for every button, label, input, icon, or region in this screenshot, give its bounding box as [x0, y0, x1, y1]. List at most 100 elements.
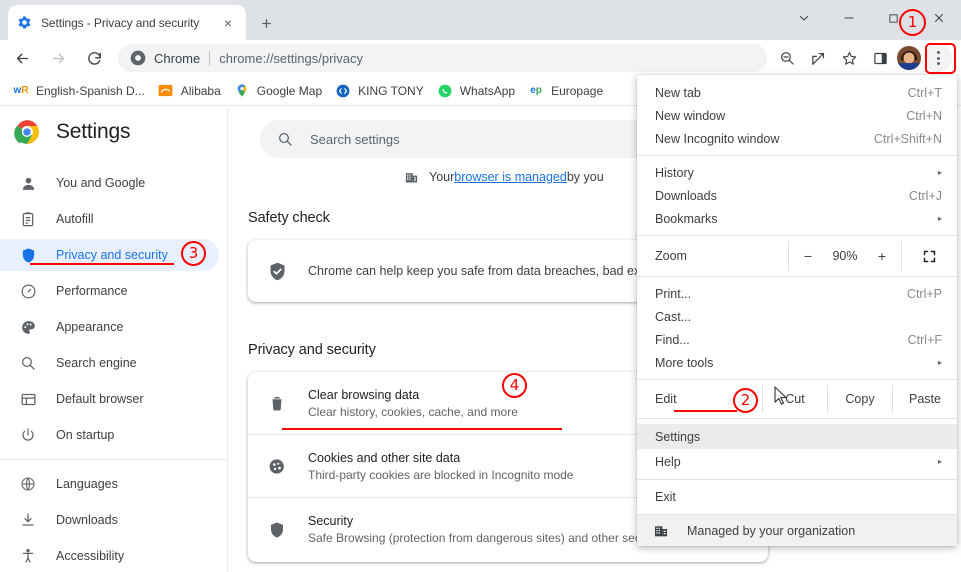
page-title: Settings	[56, 120, 131, 143]
menu-shortcut: Ctrl+T	[907, 85, 942, 100]
zoom-out-icon[interactable]	[773, 44, 801, 72]
search-settings-input[interactable]: Search settings	[260, 120, 680, 158]
copy-button[interactable]: Copy	[827, 385, 892, 413]
menu-item-more-tools[interactable]: More tools ▸	[637, 351, 957, 374]
search-icon	[276, 130, 294, 148]
power-icon	[18, 425, 38, 445]
omnibox-url: chrome://settings/privacy	[219, 50, 364, 66]
minimize-button[interactable]	[826, 0, 871, 36]
menu-shortcut: Ctrl+J	[909, 188, 942, 203]
menu-item-find[interactable]: Find... Ctrl+F	[637, 328, 957, 351]
bookmark-item[interactable]: Google Map	[229, 79, 330, 103]
cookie-icon	[266, 455, 288, 477]
menu-item-downloads[interactable]: Downloads Ctrl+J	[637, 184, 957, 207]
managed-browser-banner: Your browser is managed by you	[403, 169, 604, 185]
submenu-arrow-icon: ▸	[937, 168, 942, 177]
menu-managed-by-organization[interactable]: Managed by your organization	[637, 514, 957, 546]
avatar-shirt	[897, 63, 921, 70]
cut-button[interactable]: Cut	[762, 385, 827, 413]
reload-button[interactable]	[78, 42, 110, 74]
sidebar-item-label: On startup	[56, 428, 115, 442]
bookmark-item[interactable]: WhatsApp	[432, 79, 523, 103]
whatsapp-icon	[437, 83, 453, 99]
sidebar-item-downloads[interactable]: Downloads	[0, 504, 219, 536]
bookmark-star-icon[interactable]	[835, 44, 863, 72]
menu-item-bookmarks[interactable]: Bookmarks ▸	[637, 207, 957, 230]
sidebar-item-performance[interactable]: Performance	[0, 275, 219, 307]
magnifier-icon	[18, 353, 38, 373]
sidebar-item-appearance[interactable]: Appearance	[0, 311, 219, 343]
menu-divider	[637, 235, 957, 236]
browser-window: Settings - Privacy and security × Chrome…	[0, 0, 961, 572]
sidebar-item-languages[interactable]: Languages	[0, 468, 219, 500]
menu-label: Downloads	[655, 188, 717, 203]
globe-icon	[18, 474, 38, 494]
sidebar-item-accessibility[interactable]: Accessibility	[0, 540, 219, 572]
sidebar-item-default-browser[interactable]: Default browser	[0, 383, 219, 415]
omnibox-divider	[209, 50, 211, 66]
shield-icon	[18, 245, 38, 265]
browser-tab[interactable]: Settings - Privacy and security ×	[8, 5, 246, 40]
bookmark-item[interactable]: Alibaba	[153, 79, 229, 103]
bookmark-label: Alibaba	[180, 83, 221, 98]
chrome-logo-icon	[14, 119, 40, 145]
bookmark-item[interactable]: KING TONY	[330, 79, 432, 103]
menu-divider	[637, 276, 957, 277]
submenu-arrow-icon: ▸	[937, 214, 942, 223]
window-controls	[781, 0, 961, 36]
building-icon	[403, 169, 419, 185]
browser-managed-link[interactable]: browser is managed	[454, 170, 567, 184]
privacy-and-security-heading: Privacy and security	[248, 342, 376, 358]
sidebar-item-you-and-google[interactable]: You and Google	[0, 167, 219, 199]
submenu-arrow-icon: ▸	[937, 358, 942, 367]
settings-nav: You and Google Autofill Privacy and secu…	[0, 157, 227, 572]
menu-item-settings[interactable]: Settings	[637, 424, 957, 449]
bookmark-label: Europage	[551, 83, 604, 98]
bookmark-label: WhatsApp	[459, 83, 516, 98]
menu-item-exit[interactable]: Exit	[637, 485, 957, 508]
fullscreen-icon[interactable]	[901, 241, 957, 271]
side-panel-icon[interactable]	[866, 44, 894, 72]
menu-divider	[637, 418, 957, 419]
sidebar-item-autofill[interactable]: Autofill	[0, 203, 219, 235]
menu-label: New tab	[655, 85, 701, 100]
bookmark-label: KING TONY	[358, 83, 424, 98]
menu-item-help[interactable]: Help ▸	[637, 449, 957, 474]
menu-item-print[interactable]: Print... Ctrl+P	[637, 282, 957, 305]
menu-shortcut: Ctrl+Shift+N	[873, 131, 942, 146]
menu-item-new-window[interactable]: New window Ctrl+N	[637, 104, 957, 127]
annotation-marker-3: 3	[181, 241, 206, 266]
tab-search-button[interactable]	[781, 0, 826, 36]
managed-footer-label: Managed by your organization	[687, 523, 856, 538]
menu-item-new-incognito-window[interactable]: New Incognito window Ctrl+Shift+N	[637, 127, 957, 150]
shield-check-icon	[266, 260, 288, 282]
clipboard-icon	[18, 209, 38, 229]
sidebar-item-on-startup[interactable]: On startup	[0, 419, 219, 451]
menu-label: Find...	[655, 332, 690, 347]
menu-shortcut: Ctrl+P	[906, 286, 942, 301]
zoom-out-button[interactable]: −	[793, 241, 823, 271]
bookmark-item[interactable]: ep Europage	[523, 79, 611, 103]
bookmark-item[interactable]: wR English-Spanish D...	[8, 79, 153, 103]
forward-button[interactable]	[42, 42, 74, 74]
close-icon[interactable]: ×	[218, 13, 238, 33]
menu-label: Bookmarks	[655, 211, 718, 226]
sidebar-item-label: Default browser	[56, 392, 144, 406]
sidebar-item-label: Appearance	[56, 320, 124, 334]
menu-item-new-tab[interactable]: New tab Ctrl+T	[637, 81, 957, 104]
menu-item-history[interactable]: History ▸	[637, 161, 957, 184]
address-bar[interactable]: Chrome chrome://settings/privacy	[118, 44, 767, 72]
profile-avatar[interactable]	[897, 46, 921, 70]
sidebar-item-search-engine[interactable]: Search engine	[0, 347, 219, 379]
share-icon[interactable]	[804, 44, 832, 72]
accessibility-icon	[18, 546, 38, 566]
new-tab-button[interactable]	[254, 11, 278, 35]
zoom-in-button[interactable]: +	[867, 241, 897, 271]
zoom-label: Zoom	[655, 249, 687, 263]
menu-item-cast[interactable]: Cast...	[637, 305, 957, 328]
menu-label: Cast...	[655, 309, 692, 324]
back-button[interactable]	[6, 42, 38, 74]
menu-divider	[637, 155, 957, 156]
paste-button[interactable]: Paste	[892, 385, 957, 413]
safety-check-heading: Safety check	[248, 210, 330, 226]
